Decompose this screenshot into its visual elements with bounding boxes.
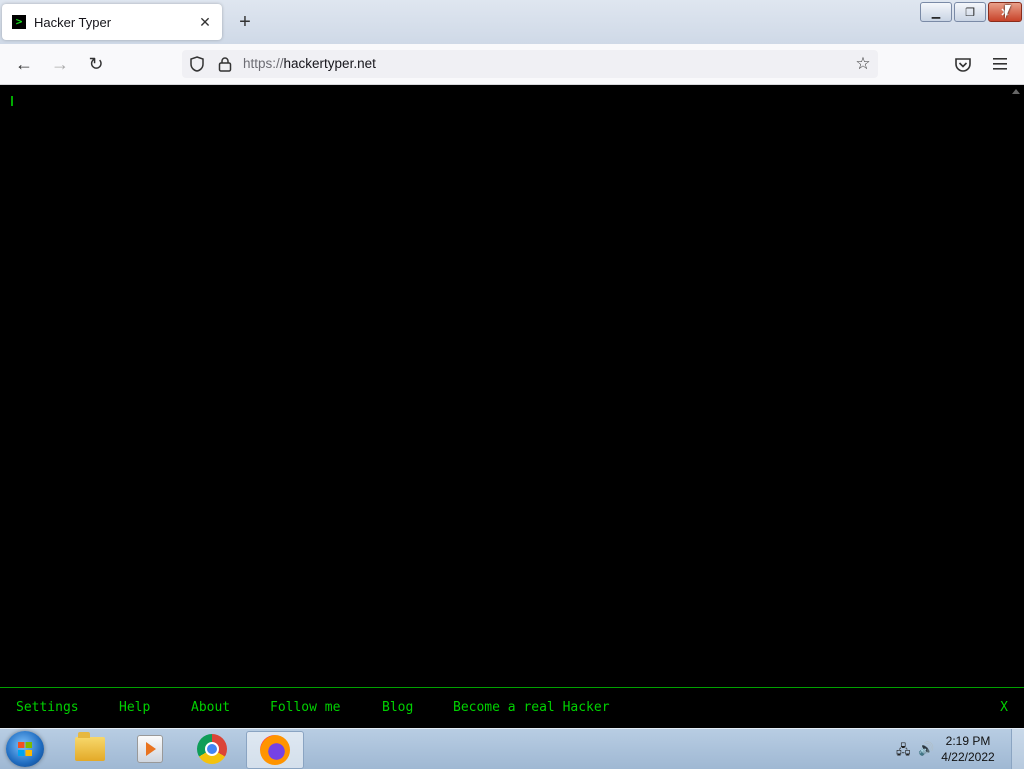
address-bar[interactable]: https://hackertyper.net ☆ — [182, 50, 878, 78]
terminal-cursor — [11, 96, 13, 106]
site-favicon-icon: > — [12, 15, 26, 29]
tab-title: Hacker Typer — [34, 14, 112, 30]
reload-button[interactable]: ↻ — [84, 52, 108, 76]
clock-time: 2:19 PM — [945, 734, 991, 748]
about-link[interactable]: About — [191, 700, 230, 715]
minimize-button[interactable]: ▁ — [920, 2, 952, 22]
chrome-icon — [197, 734, 227, 764]
close-footer-button[interactable]: X — [1000, 700, 1008, 715]
navigation-toolbar: ← → ↻ https://hackertyper.net ☆ — [0, 44, 1024, 85]
help-link[interactable]: Help — [119, 700, 150, 715]
minimize-icon: ▁ — [931, 6, 941, 19]
taskbar-file-explorer[interactable] — [62, 731, 118, 767]
become-hacker-link[interactable]: Become a real Hacker — [453, 700, 610, 715]
new-tab-button[interactable]: + — [234, 11, 256, 33]
bookmark-star-icon[interactable]: ☆ — [852, 53, 874, 75]
close-tab-icon[interactable]: ✕ — [196, 13, 214, 31]
mouse-pointer-icon — [1005, 5, 1011, 19]
arrow-left-icon: ← — [15, 54, 33, 74]
lock-icon[interactable] — [218, 56, 232, 72]
url-text: https://hackertyper.net — [243, 56, 376, 71]
page-footer-menu: Settings Help About Follow me Blog Becom… — [0, 687, 1024, 729]
system-tray: 🖧 🔊 2:19 PM 4/22/2022 — [884, 729, 1024, 769]
blog-link[interactable]: Blog — [382, 700, 413, 715]
follow-me-link[interactable]: Follow me — [270, 700, 340, 715]
pocket-icon[interactable] — [952, 54, 974, 76]
restore-icon: ❐ — [965, 6, 975, 19]
browser-tabstrip: > Hacker Typer ✕ + ▁ ❐ ✕ — [0, 0, 1024, 44]
settings-link[interactable]: Settings — [16, 700, 79, 715]
taskbar-firefox[interactable] — [246, 731, 304, 769]
scroll-up-arrow-icon[interactable] — [1012, 89, 1020, 94]
url-host: hackertyper.net — [283, 56, 376, 71]
tab-hacker-typer[interactable]: > Hacker Typer ✕ — [2, 4, 222, 40]
folder-icon — [75, 732, 105, 761]
forward-button[interactable]: → — [48, 52, 72, 76]
hamburger-menu-icon[interactable] — [990, 54, 1010, 74]
url-protocol: https:// — [243, 56, 284, 71]
show-desktop-button[interactable] — [1011, 729, 1024, 769]
restore-button[interactable]: ❐ — [954, 2, 986, 22]
page-scrollbar[interactable] — [1008, 85, 1024, 687]
tracking-protection-shield-icon[interactable] — [190, 56, 204, 72]
taskbar-chrome[interactable] — [184, 731, 240, 767]
start-button[interactable] — [6, 731, 44, 767]
taskbar-media-player[interactable] — [122, 731, 178, 767]
windows-taskbar: 🖧 🔊 2:19 PM 4/22/2022 — [0, 728, 1024, 769]
reload-icon: ↻ — [88, 54, 104, 74]
volume-icon[interactable]: 🔊 — [918, 741, 934, 757]
clock-date: 4/22/2022 — [941, 750, 995, 764]
network-icon[interactable]: 🖧 — [896, 741, 912, 757]
hacker-terminal[interactable] — [0, 85, 1008, 687]
back-button[interactable]: ← — [12, 52, 36, 76]
firefox-icon — [260, 735, 290, 765]
media-player-icon — [137, 735, 163, 763]
system-clock[interactable]: 2:19 PM 4/22/2022 — [936, 733, 1000, 765]
arrow-right-icon: → — [51, 54, 69, 74]
